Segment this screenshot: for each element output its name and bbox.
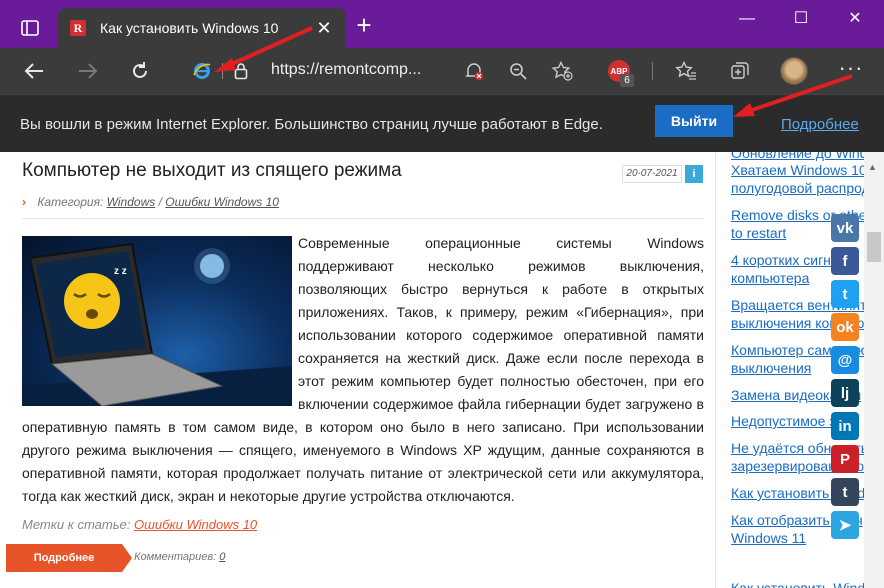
moimir-share-icon[interactable]: @ (831, 346, 859, 374)
tab-active[interactable]: R Как установить Windows 10 ✕ (58, 8, 346, 48)
exit-ie-mode-button[interactable]: Выйти (655, 105, 733, 137)
chevron-right-icon: › (22, 195, 26, 209)
toolbar-separator (652, 62, 653, 80)
tab-title: Как установить Windows 10 (100, 20, 279, 36)
minimize-button[interactable]: — (732, 8, 762, 32)
forward-button[interactable] (72, 56, 104, 86)
ie-mode-message: Вы вошли в режим Internet Explorer. Боль… (20, 116, 603, 133)
ie-mode-infobar: Вы вошли в режим Internet Explorer. Боль… (0, 94, 884, 152)
vk-share-icon[interactable]: vk (831, 214, 859, 242)
facebook-share-icon[interactable]: f (831, 247, 859, 275)
web-page: Компьютер не выходит из спящего режима 2… (0, 152, 884, 588)
refresh-icon (133, 62, 147, 78)
odnoklassniki-share-icon[interactable]: ok (831, 313, 859, 341)
profile-avatar[interactable] (780, 57, 808, 85)
linkedin-share-icon[interactable]: in (831, 412, 859, 440)
category-link-windows[interactable]: Windows (107, 195, 156, 209)
collections-button[interactable] (724, 56, 756, 86)
sidebar-link[interactable]: полугодовой распрод (731, 179, 864, 197)
tab-close-icon[interactable]: ✕ (314, 18, 334, 39)
site-favicon-icon: R (70, 20, 86, 36)
comments-count: Комментариев: 0 (134, 551, 225, 563)
zoom-out-icon (510, 63, 527, 80)
category-row: › Категория: Windows / Ошибки Windows 10 (22, 195, 279, 209)
article-body: Современные операционные системы Windows… (22, 232, 704, 508)
scroll-thumb[interactable] (867, 232, 881, 262)
refresh-button[interactable] (124, 56, 156, 86)
star-add-icon (551, 61, 573, 81)
close-window-button[interactable]: ✕ (840, 8, 870, 32)
tab-actions-icon (21, 20, 39, 36)
article-date: 20-07-2021 (622, 165, 682, 183)
tags-prefix: Метки к статье: (22, 517, 131, 532)
livejournal-share-icon[interactable]: lj (831, 379, 859, 407)
divider (22, 218, 704, 219)
zoom-button[interactable] (506, 60, 530, 82)
back-arrow-icon (24, 63, 43, 79)
notifications-blocked-button[interactable] (462, 60, 486, 82)
toolbar: https://remontcomp... ABP 6 ··· (0, 48, 884, 94)
learn-more-link[interactable]: Подробнее (781, 116, 859, 133)
comments-prefix: Комментариев: (134, 551, 217, 563)
info-icon[interactable]: i (685, 165, 703, 183)
read-more-button[interactable]: Подробнее (6, 544, 132, 572)
category-link-errors[interactable]: Ошибки Windows 10 (165, 195, 279, 209)
collections-icon (731, 62, 749, 79)
new-tab-button[interactable]: + (352, 12, 376, 38)
twitter-share-icon[interactable]: t (831, 280, 859, 308)
internet-explorer-icon[interactable] (192, 61, 212, 81)
telegram-share-icon[interactable]: ➤ (831, 511, 859, 539)
article: Компьютер не выходит из спящего режима 2… (0, 152, 716, 588)
tumblr-share-icon[interactable]: t (831, 478, 859, 506)
favorites-button[interactable] (670, 56, 702, 86)
maximize-button[interactable]: ☐ (786, 8, 816, 32)
favorites-star-icon (675, 61, 696, 80)
tag-link[interactable]: Ошибки Windows 10 (134, 517, 257, 532)
article-title[interactable]: Компьютер не выходит из спящего режима (22, 160, 402, 182)
back-button[interactable] (18, 56, 50, 86)
tab-actions-button[interactable] (10, 12, 50, 44)
settings-more-button[interactable]: ··· (836, 56, 866, 86)
bell-blocked-icon (465, 63, 483, 80)
address-separator (222, 63, 223, 79)
comments-link[interactable]: 0 (219, 551, 225, 563)
url-text: https://remontcomp... (271, 61, 422, 78)
forward-arrow-icon (79, 63, 98, 79)
article-tags: Метки к статье: Ошибки Windows 10 (22, 517, 257, 532)
scroll-up-icon[interactable]: ▲ (868, 162, 877, 172)
sidebar-link[interactable]: Как установить Wind (731, 579, 864, 588)
address-bar[interactable]: https://remontcomp... (176, 55, 596, 87)
pinterest-share-icon[interactable]: P (831, 445, 859, 473)
scrollbar[interactable]: ▲ (864, 152, 884, 588)
sidebar-link[interactable]: Хватаем Windows 10 (731, 161, 864, 179)
category-separator: / (158, 195, 162, 209)
add-favorite-button[interactable] (550, 60, 574, 82)
category-prefix: Категория: (37, 195, 104, 209)
lock-icon[interactable] (234, 62, 248, 80)
title-bar: R Как установить Windows 10 ✕ + — ☐ ✕ (0, 0, 884, 48)
adblock-count-badge: 6 (620, 74, 634, 87)
